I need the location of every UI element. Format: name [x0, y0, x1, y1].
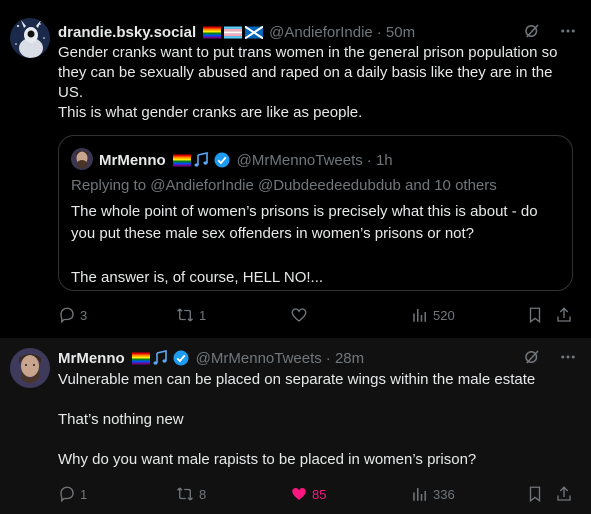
views-icon — [413, 309, 426, 322]
quoted-tweet[interactable]: MrMenno @MrMennoTweets · 1h Replying to … — [58, 135, 573, 291]
scotland-flag-icon — [245, 25, 264, 39]
avatar-mrmenno-small[interactable] — [71, 148, 93, 170]
tweet-header: drandie.bsky.social @AndieforIndie · 50m — [58, 22, 415, 42]
views-count: 336 — [433, 486, 455, 502]
rainbow-flag-icon — [203, 26, 222, 38]
tweet-2[interactable]: MrMenno @MrMennoTweets · 28m Vulnerable … — [0, 338, 591, 514]
author-name[interactable]: MrMenno — [58, 350, 125, 367]
tweet-top-actions — [523, 22, 577, 40]
share-icon — [557, 486, 571, 501]
views-count: 520 — [433, 307, 455, 323]
reply-button[interactable]: 1 — [58, 484, 87, 504]
quote-header: MrMenno @MrMennoTweets · 1h — [99, 150, 393, 170]
reply-count: 1 — [80, 486, 88, 502]
tweet-header: MrMenno @MrMennoTweets · 28m — [58, 348, 364, 368]
tweet-text: Vulnerable men can be placed on separate… — [58, 371, 536, 468]
rainbow-flag-icon — [131, 352, 150, 364]
avatar-drandie[interactable] — [10, 18, 50, 58]
repost-icon — [177, 308, 193, 322]
quote-text: The whole point of women’s prisons is pr… — [71, 203, 538, 286]
verified-badge-icon[interactable] — [172, 349, 190, 367]
quote-author-name[interactable]: MrMenno — [99, 152, 166, 169]
quote-name-emoji — [170, 151, 231, 169]
more-icon[interactable] — [559, 348, 577, 366]
name-emoji — [129, 349, 190, 367]
music-notes-icon — [153, 350, 167, 365]
share-button[interactable] — [555, 305, 573, 325]
author-handle[interactable]: @AndieforIndie — [269, 24, 373, 41]
avatar-mrmenno[interactable] — [10, 348, 50, 388]
quote-author-handle[interactable]: @MrMennoTweets — [237, 152, 363, 169]
tweet-1[interactable]: drandie.bsky.social @AndieforIndie · 50m — [0, 0, 591, 338]
views-button[interactable]: 520 — [411, 305, 455, 325]
reply-icon — [60, 486, 74, 503]
reply-icon — [60, 307, 74, 324]
bookmark-button[interactable] — [526, 305, 544, 325]
more-icon[interactable] — [559, 22, 577, 40]
tweet-action-bar: 3 1 520 — [58, 305, 577, 325]
author-handle[interactable]: @MrMennoTweets — [196, 350, 322, 367]
like-button[interactable] — [290, 305, 312, 325]
quote-time[interactable]: · 1h — [367, 152, 393, 169]
reply-count: 3 — [80, 307, 88, 323]
repost-count: 1 — [199, 307, 207, 323]
repost-button[interactable]: 1 — [175, 305, 206, 325]
like-icon — [291, 308, 307, 322]
quote-replying-to: Replying to @AndieforIndie @Dubdeedeedub… — [71, 177, 497, 194]
transgender-flag-icon — [224, 26, 243, 38]
verified-badge-icon[interactable] — [213, 151, 231, 169]
bookmark-icon — [529, 307, 541, 324]
share-icon — [557, 307, 571, 322]
like-icon — [292, 488, 306, 500]
name-emoji-flags — [200, 25, 264, 39]
bookmark-icon — [529, 486, 541, 503]
repost-icon — [177, 487, 193, 501]
rainbow-flag-icon — [172, 154, 191, 166]
tweet-time[interactable]: · 28m — [326, 350, 364, 367]
music-notes-icon — [194, 152, 208, 167]
tweet-time[interactable]: · 50m — [377, 24, 415, 41]
repost-button[interactable]: 8 — [175, 484, 206, 504]
tweet-text: Gender cranks want to put trans women in… — [58, 44, 558, 121]
like-button[interactable]: 85 — [290, 484, 326, 504]
views-button[interactable]: 336 — [411, 484, 455, 504]
reply-button[interactable]: 3 — [58, 305, 87, 325]
tweet-action-bar: 1 8 85 336 — [58, 484, 577, 504]
grok-icon[interactable] — [523, 348, 541, 366]
views-icon — [413, 488, 426, 501]
tweet-top-actions — [523, 348, 577, 366]
bookmark-button[interactable] — [526, 484, 544, 504]
grok-icon[interactable] — [523, 22, 541, 40]
share-button[interactable] — [555, 484, 573, 504]
like-count: 85 — [312, 486, 327, 502]
repost-count: 8 — [199, 486, 207, 502]
author-name[interactable]: drandie.bsky.social — [58, 24, 196, 41]
